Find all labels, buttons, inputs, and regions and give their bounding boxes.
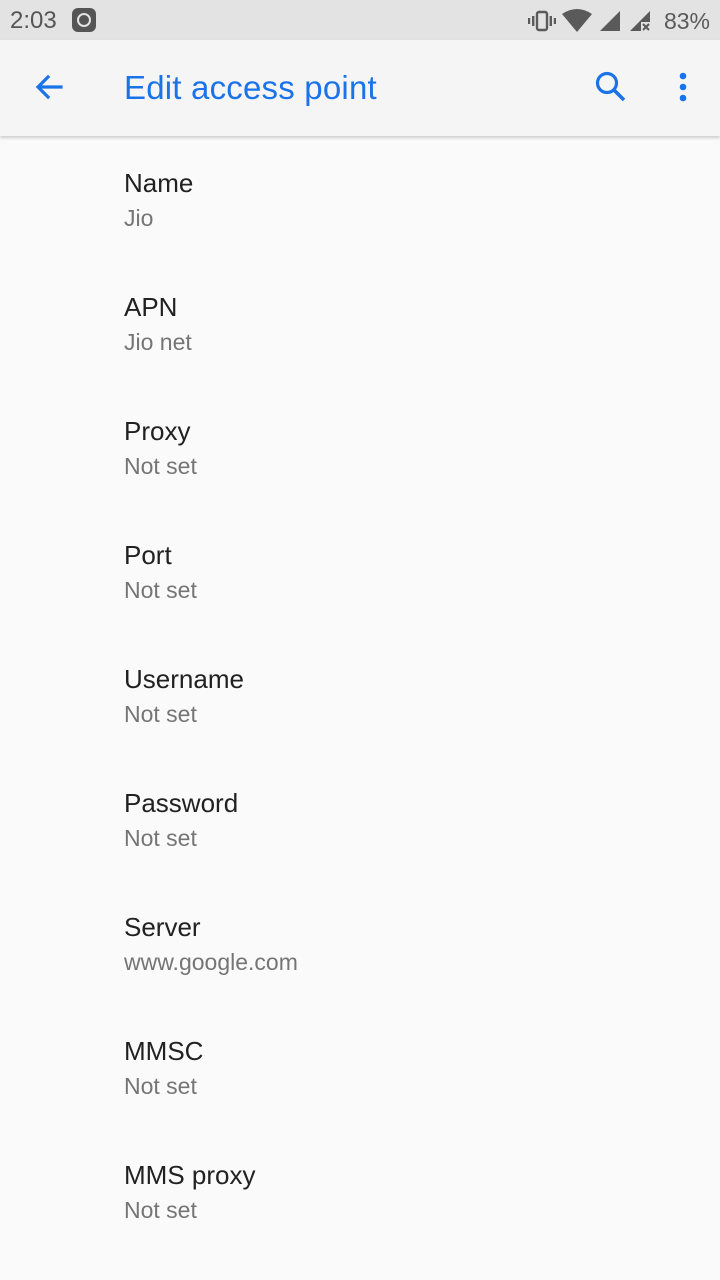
app-bar: Edit access point	[0, 40, 720, 136]
status-time: 2:03	[10, 7, 57, 34]
pref-title: Username	[124, 664, 244, 694]
pref-summary: Jio net	[124, 329, 192, 355]
pref-item-apn[interactable]: APN Jio net	[0, 261, 720, 385]
pref-title: Server	[124, 912, 201, 942]
pref-title: MMS proxy	[124, 1160, 256, 1190]
arrow-back-icon	[33, 71, 65, 108]
pref-item-port[interactable]: Port Not set	[0, 509, 720, 633]
pref-summary: Not set	[124, 701, 197, 727]
signal-no-data-icon	[628, 9, 652, 33]
pref-summary: Not set	[124, 453, 197, 479]
more-vert-icon	[678, 72, 688, 107]
pref-item-password[interactable]: Password Not set	[0, 757, 720, 881]
pref-summary: Not set	[124, 825, 197, 851]
status-bar: 2:03 83%	[0, 0, 720, 40]
pref-summary: Not set	[124, 1073, 197, 1099]
vibrate-icon	[527, 9, 556, 33]
battery-percent: 83%	[663, 7, 710, 34]
pref-title: Name	[124, 168, 194, 198]
pref-item-mmsc[interactable]: MMSC Not set	[0, 1005, 720, 1129]
search-icon	[594, 70, 628, 109]
pref-title: Password	[124, 788, 239, 818]
mi-notification-icon	[72, 8, 96, 32]
pref-title: Proxy	[124, 416, 191, 446]
pref-title: APN	[124, 292, 178, 322]
more-options-button[interactable]	[658, 64, 708, 114]
status-icons: 83%	[527, 6, 710, 36]
pref-item-username[interactable]: Username Not set	[0, 633, 720, 757]
pref-summary: Not set	[124, 1197, 197, 1223]
search-button[interactable]	[586, 64, 636, 114]
pref-item-proxy[interactable]: Proxy Not set	[0, 385, 720, 509]
page-title: Edit access point	[124, 69, 377, 106]
wifi-icon	[561, 9, 592, 33]
pref-item-server[interactable]: Server www.google.com	[0, 881, 720, 1005]
pref-summary: Jio	[124, 205, 154, 231]
pref-item-mms-proxy[interactable]: MMS proxy Not set	[0, 1129, 720, 1253]
pref-summary: Not set	[124, 577, 197, 603]
pref-title: MMSC	[124, 1036, 204, 1066]
pref-summary: www.google.com	[124, 949, 298, 975]
signal-icon	[598, 9, 622, 33]
preference-list: Name Jio APN Jio net Proxy Not set Port …	[0, 137, 720, 1253]
pref-item-name[interactable]: Name Jio	[0, 137, 720, 261]
pref-title: Port	[124, 540, 172, 570]
back-button[interactable]	[24, 64, 74, 114]
